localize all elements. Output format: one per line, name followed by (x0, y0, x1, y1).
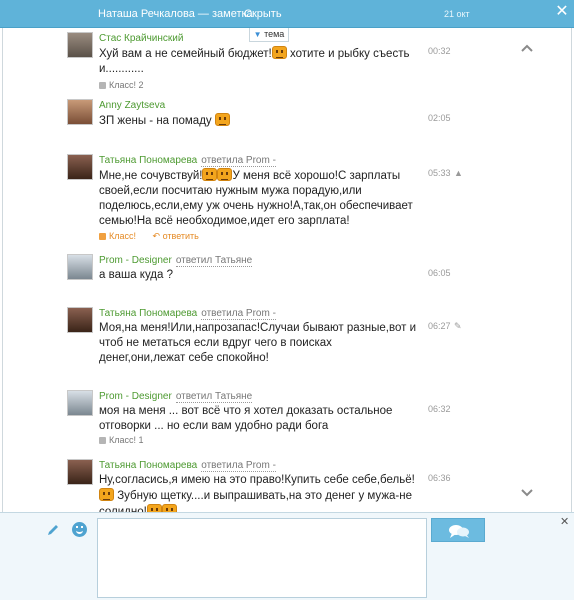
like-button[interactable]: Класс! 1 (99, 435, 144, 445)
close-icon[interactable]: ✕ (560, 515, 569, 528)
smiley-icon (161, 504, 177, 512)
message-time: 06:36 (428, 473, 451, 483)
message-input[interactable] (97, 518, 427, 598)
message-time: 06:32 (428, 404, 451, 414)
smiley-icon (202, 168, 218, 181)
emoji-icon[interactable] (72, 522, 87, 537)
avatar[interactable] (67, 99, 93, 125)
message-time: 00:32 (428, 46, 451, 56)
message-author[interactable]: Татьяна Пономарева ответила Prom - (99, 155, 276, 167)
thumb-icon (99, 233, 106, 240)
smiley-icon (214, 113, 230, 126)
send-chat-icon (449, 525, 469, 538)
message-author[interactable]: Prom - Designer ответил Татьяне (99, 391, 253, 403)
message-text: ЗП жены - на помаду (99, 113, 417, 129)
chevron-down-icon: ▼ (253, 30, 262, 39)
thumb-icon (99, 437, 106, 444)
message-author[interactable]: Стас Крайчинский (99, 33, 183, 44)
message-author[interactable]: Prom - Designer ответил Татьяне (99, 255, 253, 267)
reply-to-link[interactable]: ответила Prom - (201, 460, 276, 472)
arrow-up-icon[interactable] (520, 43, 534, 53)
reply-button[interactable]: ↶ ответить (153, 231, 199, 241)
hide-link[interactable]: Скрыть (244, 8, 282, 20)
smiley-icon (217, 168, 233, 181)
message-composer: ✕ (0, 512, 574, 600)
pencil-icon[interactable]: ✎ (454, 321, 462, 332)
send-button[interactable] (431, 518, 485, 542)
thumb-icon (99, 82, 106, 89)
avatar[interactable] (67, 390, 93, 416)
like-button[interactable]: Класс! (99, 231, 136, 241)
arrow-down-icon[interactable] (520, 488, 534, 498)
avatar[interactable] (67, 154, 93, 180)
reply-to-link[interactable]: ответил Татьяне (175, 391, 253, 403)
avatar[interactable] (67, 459, 93, 485)
pencil-icon[interactable] (46, 523, 60, 537)
topic-tab-label: тема (264, 29, 285, 39)
message-author[interactable]: Татьяна Пономарева ответила Prom - (99, 460, 276, 472)
warning-icon[interactable]: ▲ (454, 168, 463, 178)
smiley-icon (146, 504, 162, 512)
message-list[interactable]: Стас Крайчинский Хуй вам а не семейный б… (2, 28, 572, 512)
close-icon[interactable]: ✕ (554, 4, 570, 20)
chat-header: Наташа Речкалова — заметка Скрыть 21 окт… (0, 0, 574, 28)
avatar[interactable] (67, 254, 93, 280)
header-date: 21 окт (444, 9, 470, 19)
message-author[interactable]: Anny Zaytseva (99, 100, 165, 111)
smiley-icon (99, 488, 114, 501)
reply-to-link[interactable]: ответила Prom - (201, 308, 276, 320)
message-actions: Класс! ↶ ответить (99, 231, 199, 242)
message-text: а ваша куда ? (99, 269, 174, 281)
message-actions: Класс! 1 (99, 435, 144, 445)
message-time: 05:33 (428, 168, 451, 178)
reply-arrow-icon: ↶ (152, 231, 161, 241)
chat-title[interactable]: Наташа Речкалова — заметка (98, 8, 253, 20)
avatar[interactable] (67, 32, 93, 58)
message-author[interactable]: Татьяна Пономарева ответила Prom - (99, 308, 276, 320)
topic-tab[interactable]: ▼ тема (249, 28, 289, 42)
reply-to-link[interactable]: ответила Prom - (201, 155, 276, 167)
message-text: Ну,согласись,я имею на это право!Купить … (99, 473, 417, 512)
reply-to-link[interactable]: ответил Татьяне (175, 255, 253, 267)
message-text: моя на меня ... вот всё что я хотел дока… (99, 405, 393, 432)
like-button[interactable]: Класс! 2 (99, 80, 144, 90)
message-text: Мне,не сочувствуй! У меня всё хорошо!С за… (99, 168, 413, 227)
smiley-icon (271, 46, 287, 59)
message-time: 06:27 (428, 321, 451, 331)
message-actions: Класс! 2 (99, 80, 144, 90)
avatar[interactable] (67, 307, 93, 333)
message-text: Моя,на меня!Или,напрозапас!Случаи бывают… (99, 322, 416, 364)
message-time: 02:05 (428, 113, 451, 123)
message-time: 06:05 (428, 268, 451, 278)
message-text: Хуй вам а не семейный бюджет! хотите и р… (99, 46, 410, 75)
